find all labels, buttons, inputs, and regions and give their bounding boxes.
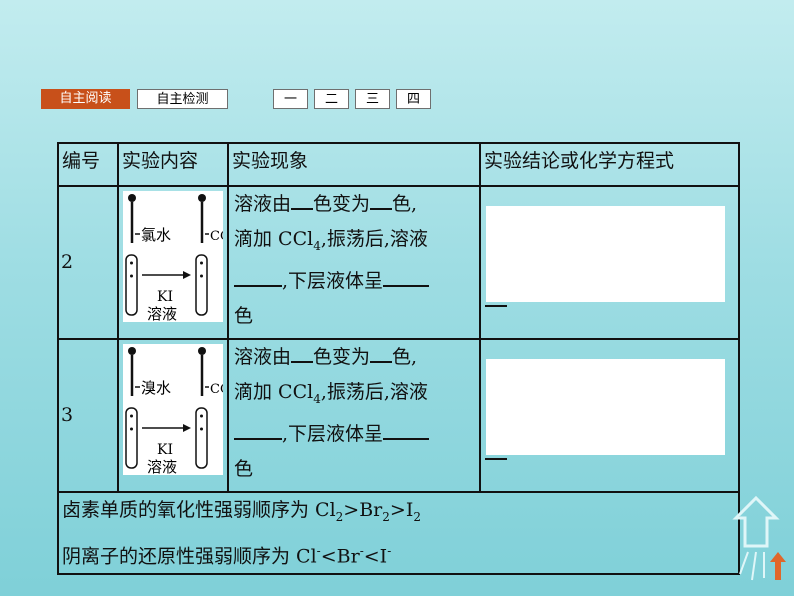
experiment-table: 编号 实验内容 实验现象 实验结论或化学方程式 2 氯水 CC [57, 142, 740, 576]
row-number: 2 [57, 185, 119, 340]
dropper-bulb-icon [128, 347, 136, 355]
tab-self-check[interactable]: 自主检测 [137, 89, 228, 109]
reducing-order-text: 阴离子的还原性强弱顺序为 Cl-<Br-<I- [62, 543, 392, 568]
solution-label: 溶液 [147, 458, 177, 475]
summary-row: 卤素单质的氧化性强弱顺序为 Cl2>Br2>I2 阴离子的还原性强弱顺序为 Cl… [57, 490, 740, 576]
section-tab-4[interactable]: 四 [396, 89, 431, 109]
answer-box[interactable] [486, 359, 725, 455]
header-content: 实验内容 [117, 142, 229, 187]
solution-label: 溶液 [147, 305, 177, 322]
fill-blank[interactable] [370, 341, 393, 363]
experiment-figure: 氯水 CC KI 溶液 [117, 185, 230, 340]
fill-blank[interactable] [291, 188, 314, 210]
decorative-arrow-icon [732, 495, 786, 581]
summary-cell: 卤素单质的氧化性强弱顺序为 Cl2>Br2>I2 阴离子的还原性强弱顺序为 Cl… [57, 490, 740, 576]
fill-blank[interactable] [234, 418, 282, 440]
answer-line [485, 305, 507, 307]
experiment-figure: 溴水 CC KI 溶液 [117, 338, 230, 493]
oxidizing-order-text: 卤素单质的氧化性强弱顺序为 Cl2>Br2>I2 [62, 499, 421, 524]
conclusion-cell [479, 338, 740, 493]
fill-blank[interactable] [291, 341, 314, 363]
solution-label: KI [157, 289, 173, 305]
dropper-bulb-icon [198, 194, 206, 202]
answer-box[interactable] [486, 206, 725, 302]
answer-line [485, 458, 507, 460]
solvent-label: CC [210, 229, 223, 244]
phenomenon-cell: 溶液由 色变为 色, 滴加 CCl4,振荡后,溶液 ,下层液体呈 色 [227, 338, 481, 493]
conclusion-cell [479, 185, 740, 340]
fill-blank[interactable] [383, 265, 430, 287]
header-phenomenon: 实验现象 [227, 142, 481, 187]
fill-blank[interactable] [383, 418, 430, 440]
section-tab-1[interactable]: 一 [273, 89, 308, 109]
up-arrow-icon [770, 552, 786, 580]
fill-blank[interactable] [234, 265, 282, 287]
table-row: 2 氯水 CC KI 溶液 溶液 [57, 185, 740, 340]
dropper-bulb-icon [128, 194, 136, 202]
test-tube-diagram: 氯水 CC KI 溶液 [123, 191, 230, 323]
table-row: 3 溴水 CC KI 溶液 溶液 [57, 338, 740, 493]
header-number: 编号 [57, 142, 119, 187]
dropper-bulb-icon [198, 347, 206, 355]
solution-label: KI [157, 442, 173, 458]
header-conclusion: 实验结论或化学方程式 [479, 142, 740, 187]
phenomenon-cell: 溶液由 色变为 色, 滴加 CCl4,振荡后,溶液 ,下层液体呈 色 [227, 185, 481, 340]
tab-self-reading[interactable]: 自主阅读 [41, 89, 130, 109]
table-header-row: 编号 实验内容 实验现象 实验结论或化学方程式 [57, 142, 740, 187]
test-tube-diagram: 溴水 CC KI 溶液 [123, 344, 230, 476]
reagent-label: 氯水 [141, 226, 171, 244]
solvent-label: CC [210, 382, 223, 397]
section-tab-3[interactable]: 三 [355, 89, 390, 109]
row-number: 3 [57, 338, 119, 493]
fill-blank[interactable] [370, 188, 393, 210]
section-tab-2[interactable]: 二 [314, 89, 349, 109]
reagent-label: 溴水 [141, 379, 171, 397]
